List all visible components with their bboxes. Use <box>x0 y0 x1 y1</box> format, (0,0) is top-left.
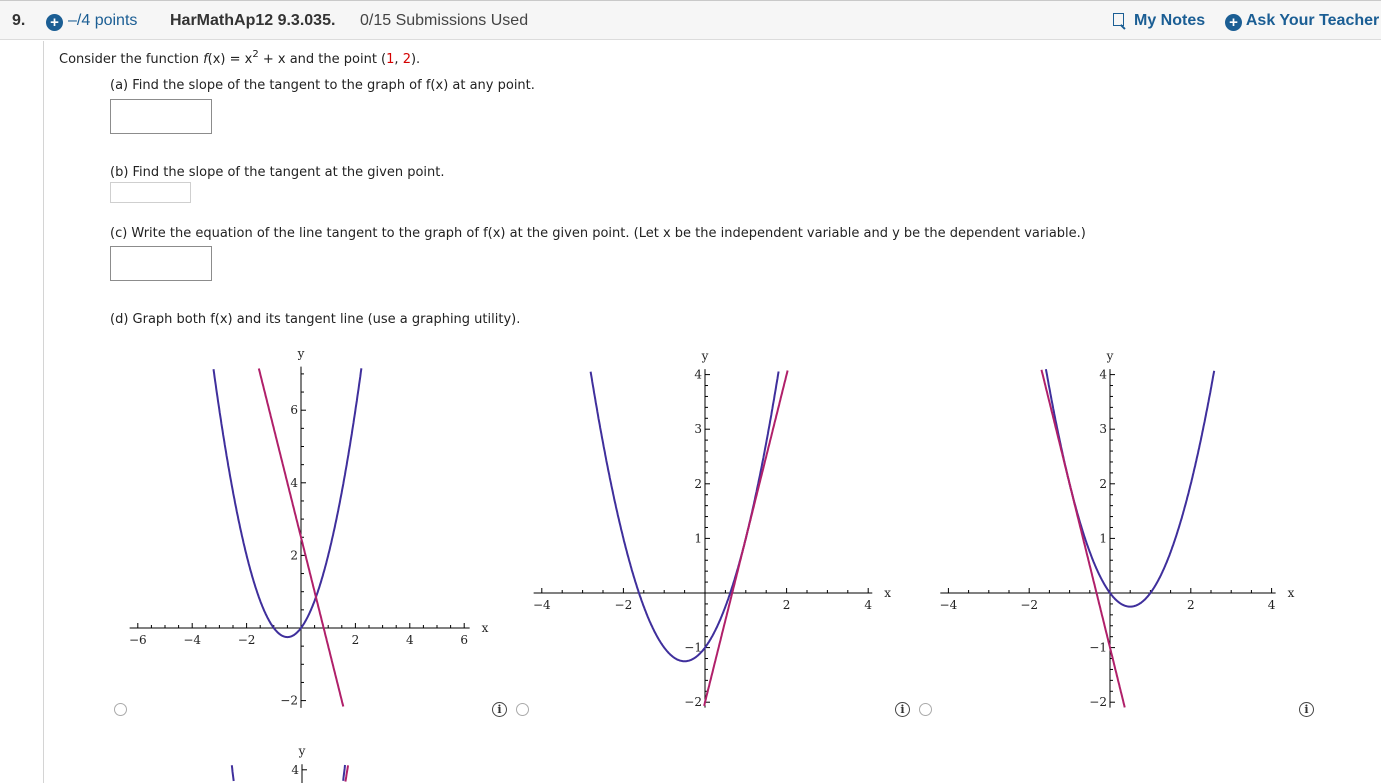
x-tick-label: −2 <box>615 598 633 612</box>
x-tick-label: 4 <box>1268 598 1276 612</box>
info-icon[interactable]: i <box>1299 702 1314 717</box>
y-tick-label: −2 <box>1089 695 1107 709</box>
y-tick-label: 1 <box>1099 531 1107 545</box>
y-axis-label: y <box>298 744 306 758</box>
graph-options: −6 −4 −2 2 4 6−2246yx −4 −2 2 4−2−11234yx −4 −2 2 4… <box>129 347 1295 783</box>
x-tick-label: 2 <box>352 633 360 647</box>
y-tick-label: 3 <box>1099 422 1107 436</box>
x-axis-label: x <box>482 621 489 635</box>
y-tick-label: 6 <box>290 403 298 417</box>
tangent-line <box>703 370 789 707</box>
y-tick-label: 2 <box>290 548 298 562</box>
y-tick-label: 4 <box>291 763 299 777</box>
y-tick-label: −1 <box>1089 641 1107 655</box>
x-tick-label: −4 <box>533 598 551 612</box>
y-tick-label: 3 <box>694 422 702 436</box>
y-tick-label: 4 <box>1099 368 1107 382</box>
y-tick-label: −2 <box>684 695 702 709</box>
x-tick-label: 6 <box>460 633 468 647</box>
graph-option-3: −4 −2 2 4 −2 −1 1 2 3 4 y x <box>940 349 1295 709</box>
x-tick-label: −4 <box>183 633 201 647</box>
y-tick-label: 2 <box>694 477 702 491</box>
tangent-line <box>344 765 349 782</box>
x-tick-label: −2 <box>1020 598 1038 612</box>
x-tick-label: −6 <box>129 633 147 647</box>
x-tick-label: 4 <box>864 598 872 612</box>
graph-option-4: 4y <box>230 744 349 783</box>
x-axis-label: x <box>884 586 891 600</box>
info-icon[interactable]: i <box>492 702 507 717</box>
function-curve <box>230 764 346 782</box>
graph-option-1: −6 −4 −2 2 4 6 −2 2 4 6 y x <box>129 347 489 708</box>
y-axis-label: y <box>1106 349 1114 363</box>
info-icon[interactable]: i <box>895 702 910 717</box>
x-tick-label: 2 <box>783 598 791 612</box>
y-tick-label: 2 <box>1099 477 1107 491</box>
x-tick-label: 2 <box>1187 598 1195 612</box>
y-tick-label: 4 <box>694 368 702 382</box>
x-tick-label: −4 <box>940 598 958 612</box>
y-axis-label: y <box>297 347 305 361</box>
graph-option-3-radio[interactable] <box>919 703 932 716</box>
graph-option-1-radio[interactable] <box>114 703 127 716</box>
y-tick-label: −2 <box>280 694 298 708</box>
function-curve <box>212 368 363 639</box>
y-tick-label: −1 <box>684 641 702 655</box>
y-axis-label: y <box>701 349 709 363</box>
x-tick-label: 4 <box>406 633 414 647</box>
y-tick-label: 1 <box>694 531 702 545</box>
x-axis-label: x <box>1288 586 1295 600</box>
graph-option-2-radio[interactable] <box>516 703 529 716</box>
graph-option-2: −4 −2 2 4 −2 −1 1 2 3 4 y x <box>533 349 891 709</box>
y-tick-label: 4 <box>290 476 298 490</box>
x-tick-label: −2 <box>238 633 256 647</box>
